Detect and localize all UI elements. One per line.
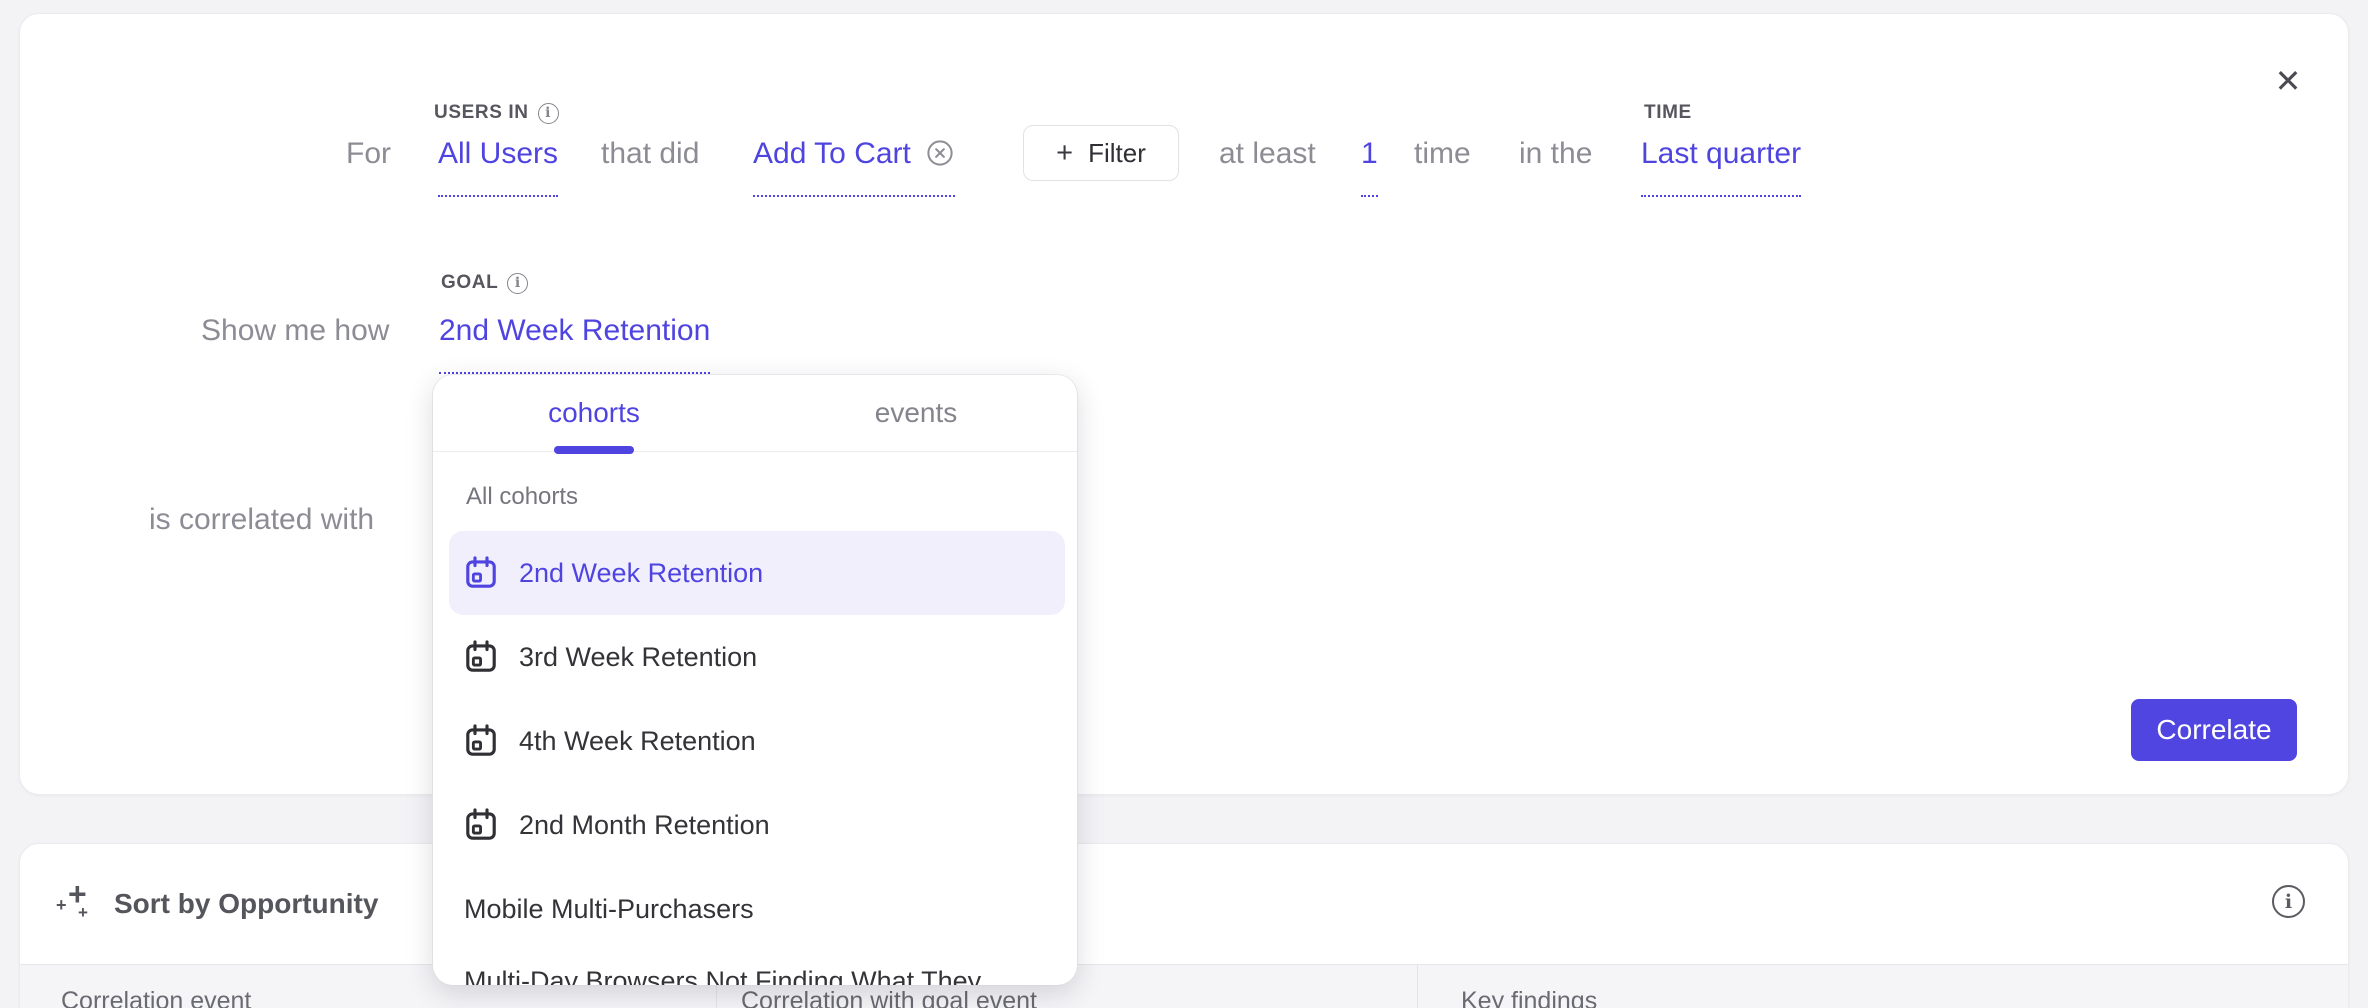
users-in-label-text: USERS IN xyxy=(434,102,529,124)
active-tab-indicator xyxy=(554,446,634,454)
times-count-selector[interactable]: 1 xyxy=(1361,135,1378,197)
correlation-query-card: USERS IN i For All Users that did Add To… xyxy=(19,13,2349,795)
goal-dropdown: cohorts events All cohorts 2nd Week Rete… xyxy=(433,375,1077,985)
that-did-text: that did xyxy=(601,135,699,173)
remove-event-icon[interactable] xyxy=(925,138,955,168)
column-key-findings: Key findings xyxy=(1461,987,1597,1008)
calendar-icon xyxy=(463,639,499,675)
correlate-button[interactable]: Correlate xyxy=(2131,699,2297,761)
sort-row: + + + Sort by Opportunity i xyxy=(20,844,2348,964)
list-item-multi-day-browsers[interactable]: Multi-Day Browsers Not Finding What They xyxy=(449,939,1065,985)
all-cohorts-label: All cohorts xyxy=(466,483,578,511)
time-label: TIME xyxy=(1644,102,1692,124)
goal-label: GOAL i xyxy=(441,272,528,294)
event-value: Add To Cart xyxy=(753,137,911,170)
for-text: For xyxy=(346,135,391,173)
list-item-4th-week-retention[interactable]: 4th Week Retention xyxy=(449,699,1065,783)
goal-info-icon[interactable]: i xyxy=(507,273,528,294)
list-item-2nd-month-retention[interactable]: 2nd Month Retention xyxy=(449,783,1065,867)
results-table-header: Correlation event Correlation with goal … xyxy=(20,964,2348,1008)
users-in-label: USERS IN i xyxy=(434,102,559,124)
add-filter-button[interactable]: + Filter xyxy=(1023,125,1179,181)
filter-button-label: Filter xyxy=(1088,138,1146,169)
tab-cohorts[interactable]: cohorts xyxy=(433,375,755,451)
column-correlation-event: Correlation event xyxy=(61,987,251,1008)
info-icon[interactable]: i xyxy=(2272,885,2305,918)
time-text: time xyxy=(1414,135,1471,173)
calendar-icon xyxy=(463,807,499,843)
sort-by-opportunity-button[interactable]: Sort by Opportunity xyxy=(114,888,378,920)
list-item-2nd-week-retention[interactable]: 2nd Week Retention xyxy=(449,531,1065,615)
list-item-3rd-week-retention[interactable]: 3rd Week Retention xyxy=(449,615,1065,699)
show-me-how-text: Show me how xyxy=(201,312,389,350)
results-card: + + + Sort by Opportunity i Correlation … xyxy=(19,843,2349,1008)
goal-selector[interactable]: 2nd Week Retention xyxy=(439,312,710,374)
dropdown-tabs: cohorts events xyxy=(433,375,1077,452)
plus-icon: + xyxy=(1056,139,1073,168)
cohort-list: 2nd Week Retention 3rd Week Retention 4t… xyxy=(433,531,1077,985)
is-correlated-with-text: is correlated with xyxy=(149,501,374,539)
sparkle-icon: + + + xyxy=(56,882,100,926)
goal-label-text: GOAL xyxy=(441,272,498,294)
event-selector[interactable]: Add To Cart xyxy=(753,135,955,197)
in-the-text: in the xyxy=(1519,135,1592,173)
column-divider xyxy=(1417,965,1418,1008)
cohort-selector[interactable]: All Users xyxy=(438,135,558,197)
calendar-icon xyxy=(463,723,499,759)
tab-events[interactable]: events xyxy=(755,375,1077,451)
calendar-icon xyxy=(463,555,499,591)
column-correlation-with-goal: Correlation with goal event xyxy=(741,987,1037,1008)
close-icon[interactable]: ✕ xyxy=(2264,57,2312,105)
time-range-selector[interactable]: Last quarter xyxy=(1641,135,1801,197)
users-in-info-icon[interactable]: i xyxy=(538,103,559,124)
time-label-text: TIME xyxy=(1644,102,1692,124)
at-least-text: at least xyxy=(1219,135,1316,173)
